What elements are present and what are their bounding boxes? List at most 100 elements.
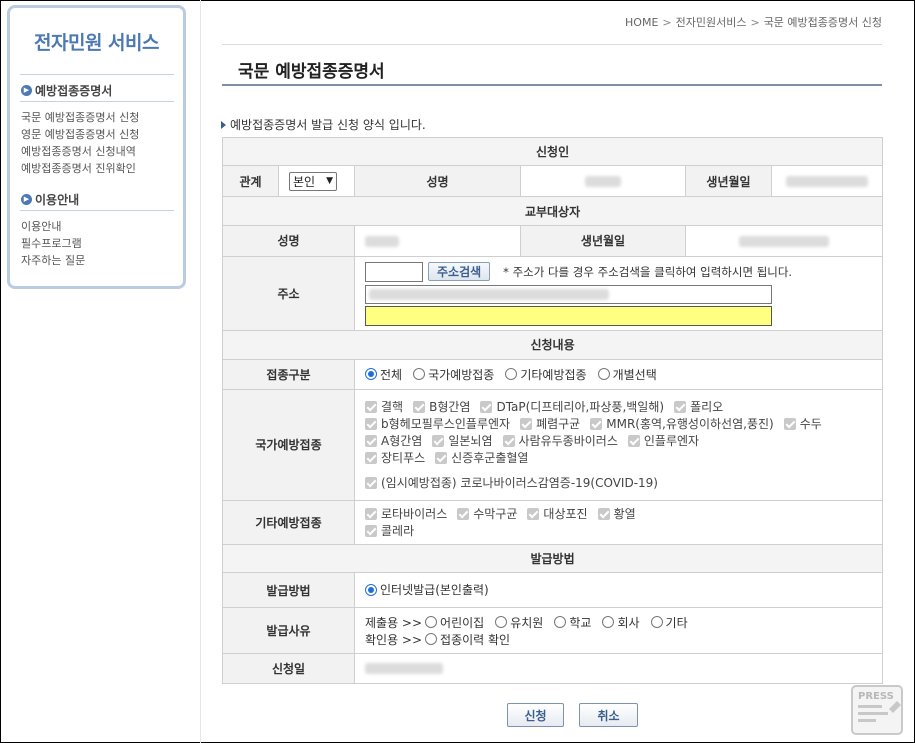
radio-dot	[365, 368, 377, 381]
content-divider	[200, 0, 201, 743]
radio-dot	[413, 368, 426, 381]
apply-date-label: 신청일	[222, 652, 355, 685]
other-vaccine-list: 로타바이러스 수막구균 대상포진 황열콜레라	[353, 499, 884, 545]
sidebar-item-faq[interactable]: 자주하는 질문	[21, 252, 85, 268]
radio-submit-0[interactable]: 어린이집	[425, 614, 484, 631]
national-vaccine-checkbox[interactable]: DTaP(디프테리아,파상풍,백일해)	[480, 398, 664, 415]
vaccine-type-options: 전체 국가예방접종 기타예방접종 개별선택	[353, 358, 884, 390]
sidebar-divider	[20, 101, 174, 102]
radio-vaccine-type-2[interactable]: 기타예방접종	[505, 366, 587, 383]
sidebar-item-korean-apply[interactable]: 국문 예방접종증명서 신청	[21, 109, 139, 125]
radio-dot	[425, 616, 438, 629]
press-badge-label: PRESS	[858, 691, 894, 702]
sidebar-item-history[interactable]: 예방접종증명서 신청내역	[21, 143, 136, 159]
section-recipient: 교부대상자	[221, 196, 884, 226]
checkbox-check-icon	[365, 417, 377, 430]
triangle-bullet-icon	[221, 120, 226, 129]
radio-submit-1[interactable]: 유치원	[495, 614, 543, 631]
other-vaccine-checkbox[interactable]: 콜레라	[365, 522, 414, 539]
applicant-name-value	[520, 165, 686, 198]
breadcrumb-current: 국문 예방접종증명서 신청	[763, 16, 882, 29]
cancel-button[interactable]: 취소	[579, 703, 638, 727]
national-vaccine-checkbox[interactable]: 신증후군출혈열	[435, 449, 528, 466]
sidebar-item-verify[interactable]: 예방접종증명서 진위확인	[21, 160, 136, 176]
apply-button[interactable]: 신청	[507, 703, 564, 727]
radio-vaccine-type-3[interactable]: 개별선택	[597, 366, 657, 383]
breadcrumb: HOME > 전자민원서비스 > 국문 예방접종증명서 신청	[625, 14, 882, 30]
applicant-name-label: 성명	[354, 165, 521, 198]
radio-internet-issue[interactable]: 인터넷발급(본인출력)	[365, 581, 489, 598]
application-form: 신청인 관계 본인 ▼ 성명 생년월일 교부대상자 성명 생년월일 주소 주소검…	[221, 136, 884, 685]
zipcode-input[interactable]	[365, 261, 423, 282]
national-vaccine-checkbox[interactable]: 인플루엔자	[627, 432, 699, 449]
relation-cell: 본인 ▼	[278, 165, 355, 198]
national-vaccine-list: 결핵 B형간염 DTaP(디프테리아,파상풍,백일해) 폴리오 b형헤모필루스인플루엔자…	[353, 388, 884, 501]
checkbox-check-icon	[502, 434, 515, 447]
national-vaccine-checkbox[interactable]: B형간염	[413, 398, 470, 415]
sidebar: 전자민원 서비스 ▶ 예방접종증명서 국문 예방접종증명서 신청 영문 예방접종…	[7, 5, 186, 289]
national-vaccine-checkbox[interactable]: b형헤모필루스인플루엔자	[365, 415, 510, 432]
checkbox-check-icon	[365, 524, 377, 537]
other-vaccine-checkbox[interactable]: 수막구균	[457, 505, 517, 522]
redacted-address	[369, 288, 609, 300]
national-vaccine-checkbox[interactable]: 사람유두종바이러스	[502, 432, 618, 449]
national-vaccine-label: 국가예방접종	[222, 388, 355, 501]
other-vaccine-checkbox[interactable]: 로타바이러스	[365, 505, 447, 522]
breadcrumb-service[interactable]: 전자민원서비스	[676, 16, 747, 29]
checkbox-check-icon	[520, 417, 533, 430]
radio-dot	[554, 616, 567, 629]
radio-vaccine-type-1[interactable]: 국가예방접종	[413, 366, 494, 383]
checkbox-check-icon	[432, 434, 445, 447]
radio-confirm-0[interactable]: 접종이력 확인	[425, 631, 510, 648]
address-detail-input[interactable]	[365, 305, 772, 326]
checkbox-check-icon	[365, 434, 377, 447]
national-vaccine-checkbox[interactable]: 폐렴구균	[520, 415, 580, 432]
issue-reason-options: 제출용 >> 어린이집 유치원 학교 회사 기타 확인용 >> 접종이력 확인	[353, 607, 884, 654]
checkbox-check-icon	[365, 507, 377, 520]
national-vaccine-checkbox[interactable]: A형간염	[365, 432, 422, 449]
radio-dot	[365, 583, 377, 596]
issue-method-options: 인터넷발급(본인출력)	[353, 572, 884, 609]
national-vaccine-checkbox[interactable]: 폴리오	[674, 398, 723, 415]
relation-select[interactable]: 본인 ▼	[289, 171, 337, 191]
national-vaccine-checkbox[interactable]: 일본뇌염	[432, 432, 493, 449]
issue-reason-label: 발급사유	[222, 607, 355, 654]
other-vaccine-checkbox[interactable]: 황열	[597, 505, 636, 522]
checkbox-check-icon	[365, 451, 377, 464]
radio-submit-3[interactable]: 회사	[602, 614, 640, 631]
other-vaccine-checkbox[interactable]: 대상포진	[527, 505, 588, 522]
redacted-dob	[739, 235, 830, 247]
radio-submit-4[interactable]: 기타	[650, 614, 688, 631]
relation-label: 관계	[222, 165, 279, 198]
sidebar-divider	[20, 210, 174, 211]
redacted-date	[365, 663, 443, 675]
radio-dot	[425, 633, 438, 646]
section-issue: 발급방법	[221, 543, 884, 574]
address-note: * 주소가 다를 경우 주소검색을 클릭하여 입력하시면 됩니다.	[503, 264, 793, 279]
breadcrumb-separator-icon: >	[750, 16, 760, 29]
national-vaccine-checkbox[interactable]: 장티푸스	[365, 449, 425, 466]
national-vaccine-checkbox[interactable]: 결핵	[365, 398, 403, 415]
sidebar-item-english-apply[interactable]: 영문 예방접종증명서 신청	[21, 126, 139, 142]
radio-submit-2[interactable]: 학교	[554, 614, 591, 631]
national-vaccine-checkbox[interactable]: MMR(홍역,유행성이하선염,풍진)	[590, 415, 774, 432]
sidebar-section-certificate[interactable]: ▶ 예방접종증명서	[21, 82, 112, 99]
radio-dot	[650, 616, 663, 629]
sidebar-section-guide[interactable]: ▶ 이용안내	[21, 191, 79, 208]
sidebar-title: 전자민원 서비스	[34, 32, 159, 54]
radio-dot	[602, 616, 615, 629]
checkbox-check-icon	[435, 451, 448, 464]
checkbox-check-icon	[365, 400, 377, 413]
address-search-button[interactable]: 주소검색	[428, 262, 491, 282]
national-vaccine-checkbox[interactable]: 수두	[783, 415, 822, 432]
breadcrumb-home[interactable]: HOME	[625, 16, 658, 29]
national-vaccine-checkbox[interactable]: (임시예방접종) 코로나바이러스감염증-19(COVID-19)	[365, 474, 658, 491]
redacted-dob	[786, 175, 869, 187]
section-content: 신청내용	[221, 330, 884, 360]
sidebar-item-guide[interactable]: 이용안내	[21, 218, 61, 234]
sidebar-item-programs[interactable]: 필수프로그램	[21, 235, 82, 251]
radio-vaccine-type-0[interactable]: 전체	[365, 366, 402, 383]
redacted-name	[585, 176, 621, 188]
checkbox-check-icon	[597, 507, 610, 520]
address-input[interactable]	[365, 284, 772, 304]
